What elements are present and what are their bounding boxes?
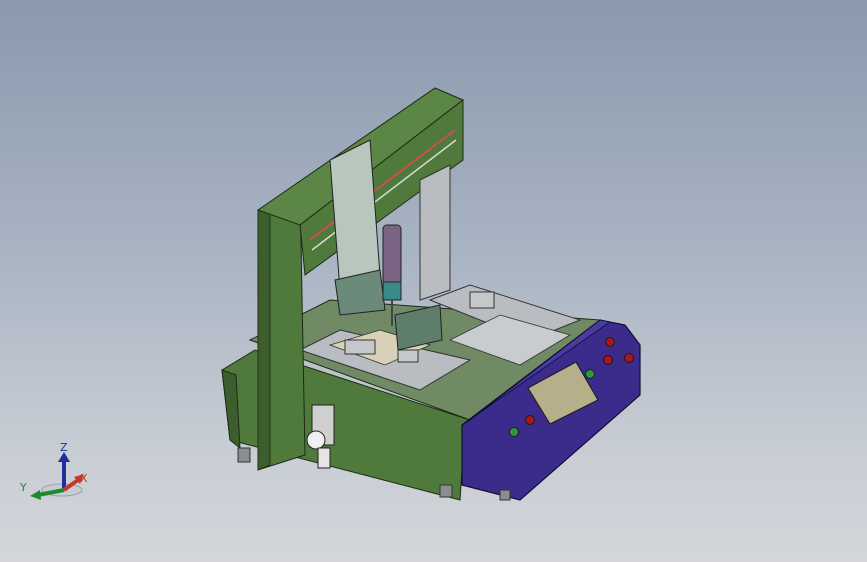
orientation-triad: Z Y X xyxy=(19,441,88,500)
y-axis-arrowhead xyxy=(30,490,41,500)
y-axis-label: Y xyxy=(19,481,27,494)
x-axis-label: X xyxy=(80,472,88,485)
cad-viewport[interactable]: Z Y X xyxy=(0,0,867,562)
z-axis-label: Z xyxy=(60,441,68,454)
machine-3d-model[interactable] xyxy=(0,0,867,562)
